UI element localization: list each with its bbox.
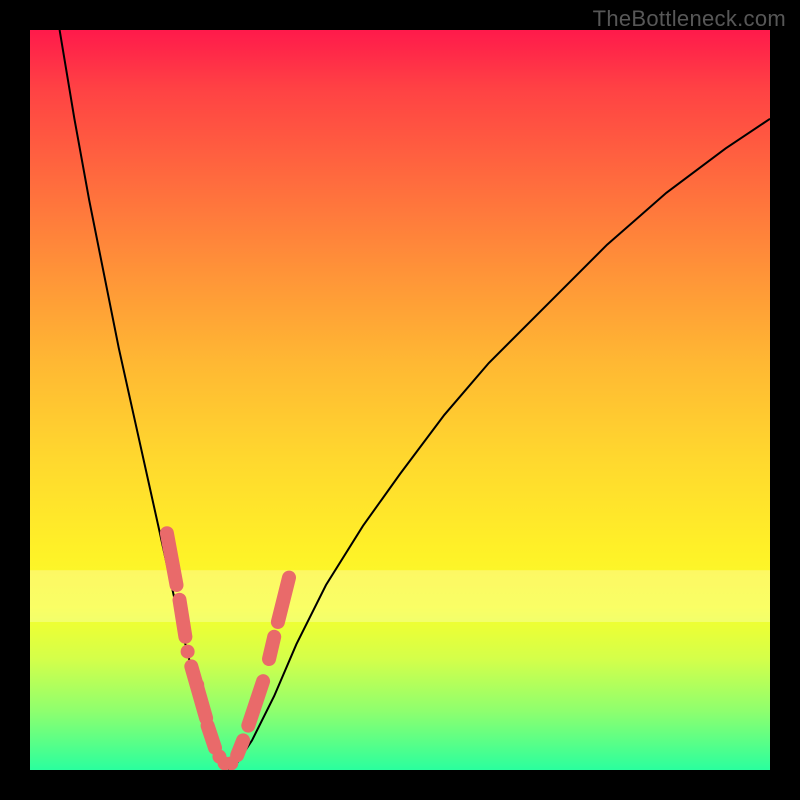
- chart-svg: [30, 30, 770, 770]
- watermark-text: TheBottleneck.com: [593, 6, 786, 32]
- marker-segments-left: [167, 533, 215, 748]
- marker-dot: [190, 678, 204, 692]
- pale-band: [30, 570, 770, 622]
- marker-segment: [179, 600, 185, 637]
- marker-segment: [248, 681, 263, 725]
- marker-segment: [191, 666, 206, 718]
- bottleneck-curve: [60, 30, 770, 770]
- marker-segment: [167, 533, 177, 585]
- marker-dot: [181, 645, 195, 659]
- marker-segment: [208, 726, 215, 748]
- marker-segment: [237, 740, 243, 755]
- marker-segment: [269, 637, 274, 659]
- marker-dot: [224, 756, 238, 770]
- chart-frame: [30, 30, 770, 770]
